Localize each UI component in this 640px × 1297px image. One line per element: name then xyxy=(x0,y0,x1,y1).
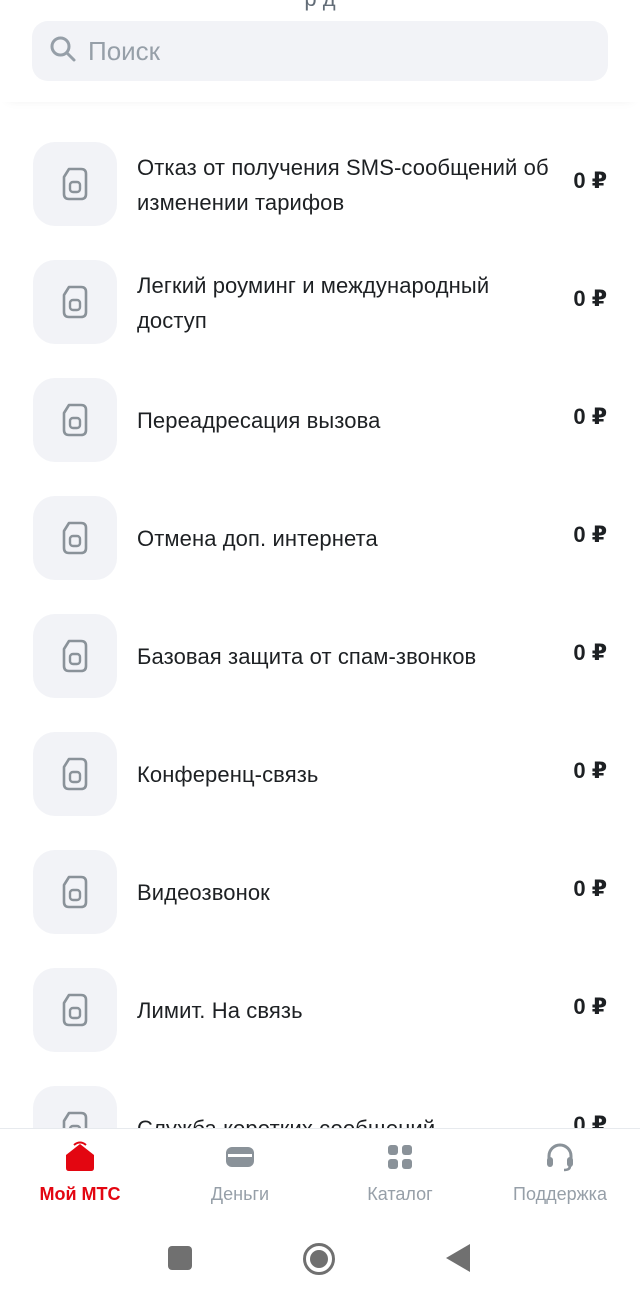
service-price: 0 ₽ xyxy=(573,1112,607,1128)
header-cut-text: р д xyxy=(0,0,640,12)
service-price: 0 ₽ xyxy=(573,640,607,665)
service-title: Видеозвонок xyxy=(137,880,270,905)
service-price: 0 ₽ xyxy=(573,522,607,547)
service-title: Конференц-связь xyxy=(137,762,319,787)
service-item[interactable]: Конференц-связь 0 ₽ xyxy=(0,692,640,816)
service-price: 0 ₽ xyxy=(573,286,607,311)
home-icon xyxy=(64,1141,96,1173)
headset-icon xyxy=(544,1141,576,1173)
sim-card-icon xyxy=(33,850,117,934)
system-navigation-bar xyxy=(0,1218,640,1297)
back-triangle-icon[interactable] xyxy=(446,1244,470,1277)
tab-money[interactable]: Деньги xyxy=(160,1129,320,1219)
service-item[interactable]: Видеозвонок 0 ₽ xyxy=(0,810,640,934)
service-item[interactable]: Легкий роуминг и международный доступ 0 … xyxy=(0,220,640,344)
tab-label: Поддержка xyxy=(513,1184,607,1204)
service-price: 0 ₽ xyxy=(573,404,607,429)
tab-my-mts[interactable]: Мой МТС xyxy=(0,1129,160,1219)
sim-card-icon xyxy=(33,968,117,1052)
service-title: Отказ от получения SMS-сообщений об изме… xyxy=(137,155,549,215)
service-item[interactable]: Базовая защита от спам-звонков 0 ₽ xyxy=(0,574,640,698)
sim-card-icon xyxy=(33,1086,117,1128)
sim-card-icon xyxy=(33,142,117,226)
service-title: Переадресация вызова xyxy=(137,408,381,433)
service-item[interactable]: Отмена доп. интернета 0 ₽ xyxy=(0,456,640,580)
service-item[interactable]: Лимит. На связь 0 ₽ xyxy=(0,928,640,1052)
service-price: 0 ₽ xyxy=(573,758,607,783)
service-price: 0 ₽ xyxy=(573,876,607,901)
tab-label: Каталог xyxy=(367,1184,433,1204)
sim-card-icon xyxy=(33,260,117,344)
sim-card-icon xyxy=(33,496,117,580)
search-icon xyxy=(48,34,78,69)
services-list[interactable]: Отказ от получения SMS-сообщений об изме… xyxy=(0,102,640,1128)
service-price: 0 ₽ xyxy=(573,994,607,1019)
service-title: Служба коротких сообщений xyxy=(137,1111,557,1128)
service-title: Легкий роуминг и международный доступ xyxy=(137,273,490,333)
search-placeholder: Поиск xyxy=(88,35,161,66)
tab-label: Мой МТС xyxy=(39,1184,121,1204)
bottom-tab-bar: Мой МТС Деньги Каталог Поддержка xyxy=(0,1128,640,1218)
service-title: Отмена доп. интернета xyxy=(137,526,378,551)
tab-catalog[interactable]: Каталог xyxy=(320,1129,480,1219)
wallet-icon xyxy=(224,1141,256,1173)
sim-card-icon xyxy=(33,614,117,698)
sim-card-icon xyxy=(33,732,117,816)
service-item[interactable]: Отказ от получения SMS-сообщений об изме… xyxy=(0,102,640,226)
home-circle-icon[interactable] xyxy=(302,1242,336,1281)
search-input[interactable]: Поиск xyxy=(32,21,608,81)
sim-card-icon xyxy=(33,378,117,462)
recents-square-icon[interactable] xyxy=(168,1246,192,1275)
service-title: Лимит. На связь xyxy=(137,998,303,1023)
tab-support[interactable]: Поддержка xyxy=(480,1129,640,1219)
service-item[interactable]: Переадресация вызова 0 ₽ xyxy=(0,338,640,462)
tab-label: Деньги xyxy=(210,1184,270,1204)
service-item[interactable]: Служба коротких сообщений 0 ₽ xyxy=(0,1046,640,1128)
service-title: Базовая защита от спам-звонков xyxy=(137,644,477,669)
catalog-grid-icon xyxy=(384,1141,416,1173)
top-bar: р д Поиск xyxy=(0,0,640,102)
service-price: 0 ₽ xyxy=(573,168,607,193)
